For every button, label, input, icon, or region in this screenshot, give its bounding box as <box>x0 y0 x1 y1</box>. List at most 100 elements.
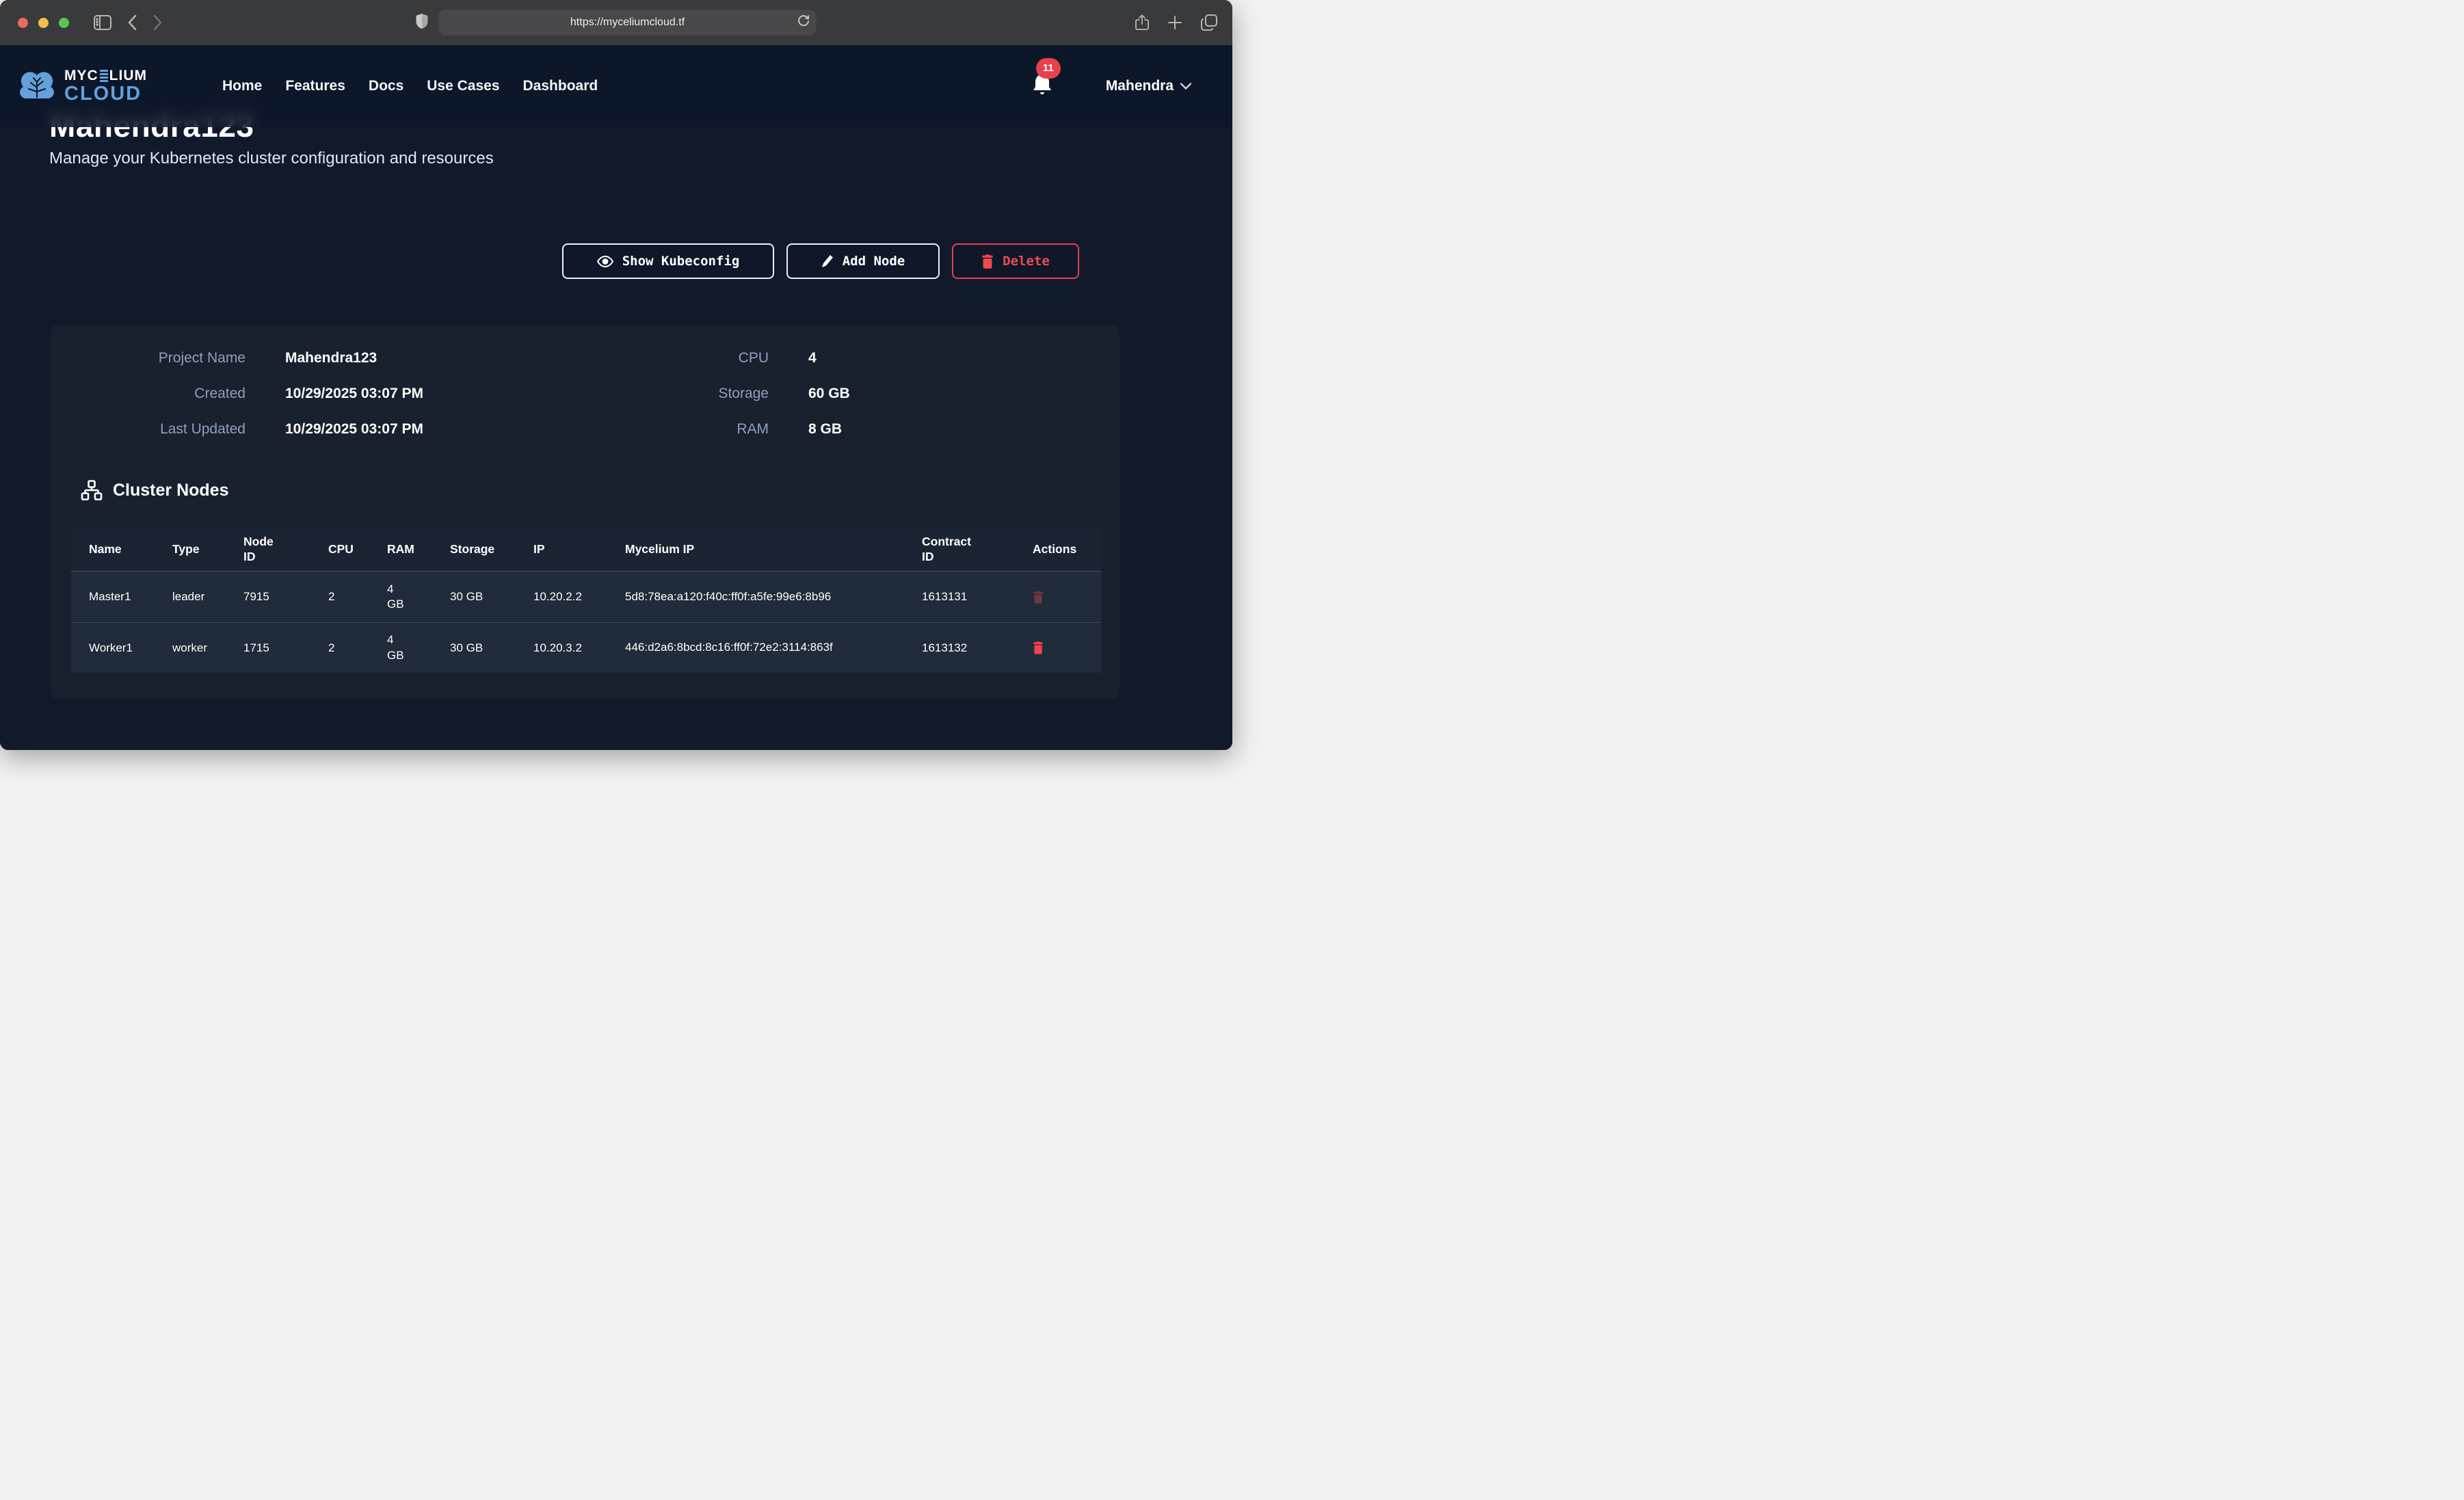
ram-label: RAM <box>570 421 769 438</box>
brand-cloud: CLOUD <box>64 84 147 104</box>
col-storage: Storage <box>450 542 533 557</box>
brand-lium: LIUM <box>109 68 147 83</box>
brand-myc: MYC <box>64 68 98 83</box>
sidebar-toggle-icon[interactable] <box>94 15 111 30</box>
storage-row: Storage 60 GB <box>570 386 1063 411</box>
cell-node-id: 1715 <box>243 641 328 655</box>
table-row-worker1: Worker1 worker 1715 2 4 GB 30 GB 10.20.3… <box>71 622 1101 673</box>
delete-node-button[interactable] <box>1033 641 1044 654</box>
show-kubeconfig-label: Show Kubeconfig <box>622 254 740 269</box>
chevron-down-icon <box>1180 83 1191 90</box>
cell-contract-id: 1613131 <box>922 590 1033 604</box>
project-info-grid: Project Name Mahendra123 Created 10/29/2… <box>51 325 1120 446</box>
site-header: MYC LIUM CLOUD Home Features Docs Use Ca… <box>0 45 1232 127</box>
storage-label: Storage <box>570 386 769 402</box>
last-updated-row: Last Updated 10/29/2025 03:07 PM <box>51 421 570 446</box>
brand-wordmark: MYC LIUM CLOUD <box>64 68 147 104</box>
tab-overview-icon[interactable] <box>1201 14 1217 31</box>
nav-item-features[interactable]: Features <box>285 78 345 94</box>
cell-name: Worker1 <box>89 641 172 655</box>
cell-type: worker <box>172 641 243 655</box>
cpu-label: CPU <box>570 350 769 366</box>
cell-cpu: 2 <box>328 590 387 604</box>
cell-mycelium-ip: 446:d2a6:8bcd:8c16:ff0f:72e2:3114:863f <box>625 640 912 655</box>
col-cpu: CPU <box>328 542 387 557</box>
col-ram: RAM <box>387 542 450 557</box>
col-actions: Actions <box>1033 542 1101 557</box>
user-menu[interactable]: Mahendra <box>1106 78 1191 94</box>
trash-icon <box>1033 641 1044 654</box>
table-header-row: Name Type Node ID CPU RAM Storage IP Myc… <box>71 528 1101 572</box>
cpu-row: CPU 4 <box>570 350 1063 375</box>
page-content: Mahendra123 Manage your Kubernetes clust… <box>0 45 1232 750</box>
privacy-shield-icon[interactable] <box>416 14 428 32</box>
screenshot-root: https://myceliumcloud.tf <box>0 0 1232 750</box>
cell-mycelium-ip: 5d8:78ea:a120:f40c:ff0f:a5fe:99e6:8b96 <box>625 589 912 604</box>
created-value: 10/29/2025 03:07 PM <box>285 386 423 402</box>
notification-badge: 11 <box>1036 58 1061 79</box>
last-updated-value: 10/29/2025 03:07 PM <box>285 421 423 438</box>
delete-label: Delete <box>1003 254 1050 269</box>
brand-logo[interactable]: MYC LIUM CLOUD <box>19 68 147 104</box>
storage-value: 60 GB <box>808 386 850 402</box>
zoom-window-button[interactable] <box>59 18 69 28</box>
cell-contract-id: 1613132 <box>922 641 1033 655</box>
cpu-value: 4 <box>808 350 817 366</box>
col-ip: IP <box>533 542 625 557</box>
main-nav: Home Features Docs Use Cases Dashboard <box>222 78 598 94</box>
cell-cpu: 2 <box>328 641 387 655</box>
address-bar[interactable]: https://myceliumcloud.tf <box>439 10 817 36</box>
table-row-master1: Master1 leader 7915 2 4 GB 30 GB 10.20.2… <box>71 572 1101 622</box>
cluster-actions-toolbar: Show Kubeconfig Add Node Delete <box>562 243 1079 279</box>
nav-item-home[interactable]: Home <box>222 78 262 94</box>
browser-window: https://myceliumcloud.tf <box>0 0 1232 750</box>
cell-storage: 30 GB <box>450 641 533 655</box>
nav-item-use-cases[interactable]: Use Cases <box>427 78 499 94</box>
back-button[interactable] <box>128 15 137 30</box>
project-name-value: Mahendra123 <box>285 350 377 366</box>
cell-ip: 10.20.3.2 <box>533 641 625 655</box>
add-node-button[interactable]: Add Node <box>786 243 940 279</box>
cell-node-id: 7915 <box>243 590 328 604</box>
add-node-label: Add Node <box>843 254 905 269</box>
project-name-label: Project Name <box>51 350 246 366</box>
col-name: Name <box>89 542 172 557</box>
trash-icon <box>1033 591 1044 604</box>
project-name-row: Project Name Mahendra123 <box>51 350 570 375</box>
cell-name: Master1 <box>89 590 172 604</box>
forward-button <box>153 15 162 30</box>
col-mycelium-ip: Mycelium IP <box>625 542 922 557</box>
cell-ram: 4 GB <box>387 632 403 662</box>
network-nodes-icon <box>81 480 103 500</box>
cell-ram: 4 GB <box>387 582 403 612</box>
show-kubeconfig-button[interactable]: Show Kubeconfig <box>562 243 774 279</box>
created-label: Created <box>51 386 246 402</box>
nav-item-dashboard[interactable]: Dashboard <box>523 78 598 94</box>
minimize-window-button[interactable] <box>38 18 49 28</box>
cloud-logo-icon <box>19 70 55 103</box>
cell-ip: 10.20.2.2 <box>533 590 625 604</box>
cluster-nodes-title: Cluster Nodes <box>113 481 228 500</box>
delete-cluster-button[interactable]: Delete <box>952 243 1079 279</box>
col-contract-id: Contract ID <box>922 535 977 565</box>
notifications-button[interactable]: 11 <box>1032 73 1052 100</box>
brand-e-glyph <box>100 70 108 82</box>
col-node-id: Node ID <box>243 535 287 565</box>
pencil-icon <box>821 254 834 268</box>
last-updated-label: Last Updated <box>51 421 246 438</box>
new-tab-icon[interactable] <box>1168 16 1182 29</box>
traffic-lights <box>18 18 69 28</box>
page-subtitle: Manage your Kubernetes cluster configura… <box>49 149 494 168</box>
browser-chrome: https://myceliumcloud.tf <box>0 0 1232 45</box>
nav-item-docs[interactable]: Docs <box>369 78 403 94</box>
trash-icon <box>981 254 994 269</box>
created-row: Created 10/29/2025 03:07 PM <box>51 386 570 411</box>
ram-row: RAM 8 GB <box>570 421 1063 446</box>
share-icon[interactable] <box>1135 14 1149 31</box>
cluster-nodes-heading: Cluster Nodes <box>81 480 228 500</box>
reload-icon[interactable] <box>798 15 810 31</box>
close-window-button[interactable] <box>18 18 28 28</box>
cluster-nodes-table: Name Type Node ID CPU RAM Storage IP Myc… <box>71 528 1101 673</box>
project-info-card: Project Name Mahendra123 Created 10/29/2… <box>51 325 1120 699</box>
delete-node-button[interactable] <box>1033 591 1044 604</box>
